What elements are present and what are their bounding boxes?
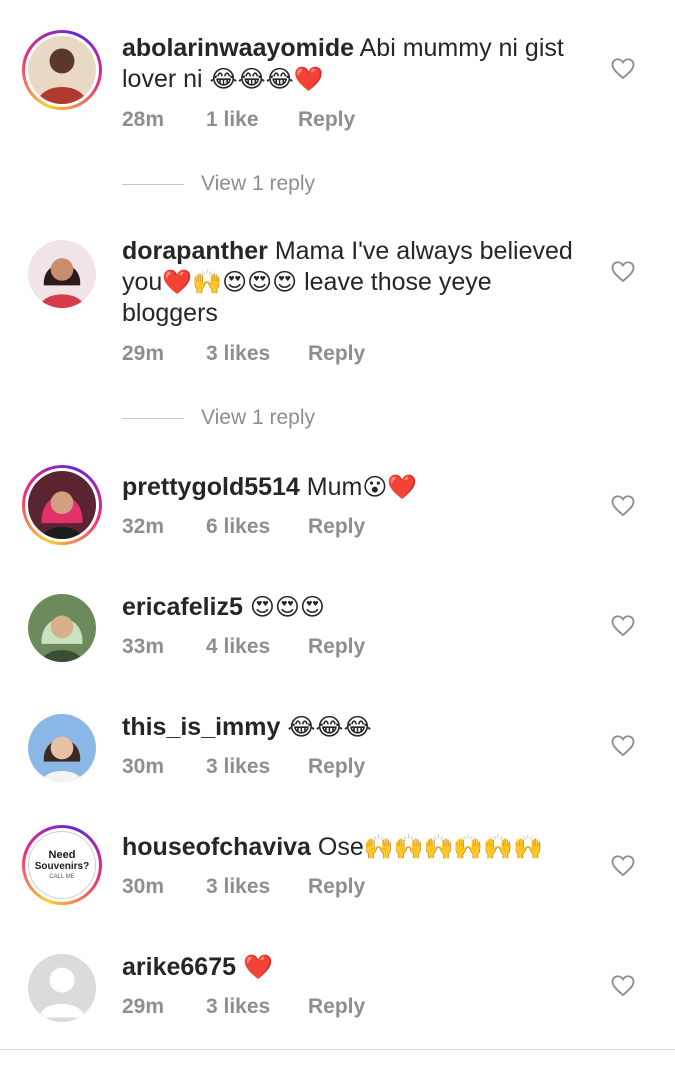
comment-text: prettygold5514 Mum😮❤️ (122, 472, 592, 503)
comment-time: 32m (122, 515, 165, 538)
comment-likes[interactable]: 6 likes (206, 515, 308, 539)
comment-likes[interactable]: 3 likes (206, 995, 308, 1019)
comment-text: dorapanther Mama I've always believed yo… (122, 236, 592, 329)
bottom-divider (0, 1049, 675, 1050)
comment-username[interactable]: prettygold5514 (122, 473, 300, 501)
avatar[interactable] (28, 240, 96, 308)
comment-meta: 33m 4 likes Reply (122, 635, 365, 659)
like-heart-icon[interactable] (609, 851, 637, 879)
comment-meta: 30m 3 likes Reply (122, 755, 365, 779)
avatar[interactable] (28, 714, 96, 782)
comment-likes[interactable]: 4 likes (206, 635, 308, 659)
view-replies-divider (122, 417, 184, 419)
comment-time: 33m (122, 635, 165, 658)
view-replies-divider (122, 183, 184, 185)
comment-likes[interactable]: 3 likes (206, 755, 308, 779)
like-heart-icon[interactable] (609, 54, 637, 82)
view-replies-button[interactable]: View 1 reply (122, 172, 315, 196)
comment-username[interactable]: abolarinwaayomide (122, 34, 354, 62)
reply-button[interactable]: Reply (308, 995, 365, 1019)
comment-message: Mum (306, 473, 363, 501)
avatar-text-line: CALL ME (49, 873, 75, 880)
reply-button[interactable]: Reply (308, 635, 365, 659)
comment-likes[interactable]: 1 like (206, 108, 298, 132)
avatar[interactable] (28, 954, 96, 1022)
avatar[interactable] (22, 465, 102, 545)
comment-meta: 32m 6 likes Reply (122, 515, 365, 539)
reply-button[interactable]: Reply (308, 875, 365, 899)
reply-button[interactable]: Reply (308, 342, 365, 366)
comment-meta: 28m 1 like Reply (122, 108, 355, 132)
comment-emoji: 😂😂😂 (287, 713, 372, 741)
reply-button[interactable]: Reply (298, 108, 355, 132)
avatar[interactable]: Need Souvenirs? CALL ME (22, 825, 102, 905)
comment-emoji: 🙌🙌🙌🙌🙌🙌 (363, 833, 544, 861)
comment-username[interactable]: this_is_immy (122, 713, 280, 741)
comment-username[interactable]: arike6675 (122, 953, 236, 981)
view-replies-label: View 1 reply (201, 406, 316, 429)
comment-text: arike6675 ❤️ (122, 952, 592, 983)
avatar-text-line: Souvenirs? (34, 860, 90, 872)
like-heart-icon[interactable] (609, 257, 637, 285)
comment-message: Ose (317, 833, 364, 861)
like-heart-icon[interactable] (609, 491, 637, 519)
comment-meta: 29m 3 likes Reply (122, 342, 365, 366)
view-replies-label: View 1 reply (201, 172, 316, 195)
comment-emoji: 😍😍😍 (249, 593, 325, 621)
comment-likes[interactable]: 3 likes (206, 875, 308, 899)
comment-meta: 30m 3 likes Reply (122, 875, 365, 899)
reply-button[interactable]: Reply (308, 515, 365, 539)
comment-emoji: 😂😂😂❤️ (209, 65, 324, 93)
comment-time: 29m (122, 342, 165, 365)
comment-meta: 29m 3 likes Reply (122, 995, 365, 1019)
like-heart-icon[interactable] (609, 611, 637, 639)
comment-text: ericafeliz5 😍😍😍 (122, 592, 592, 623)
comment-likes[interactable]: 3 likes (206, 342, 308, 366)
comment-time: 29m (122, 995, 165, 1018)
comment-text: houseofchaviva Ose🙌🙌🙌🙌🙌🙌 (122, 832, 592, 863)
view-replies-button[interactable]: View 1 reply (122, 406, 315, 430)
comment-text: abolarinwaayomide Abi mummy ni gist love… (122, 33, 592, 95)
comment-emoji: 😮❤️ (362, 473, 418, 501)
comment-text: this_is_immy 😂😂😂 (122, 712, 592, 743)
avatar[interactable] (28, 594, 96, 662)
comment-username[interactable]: dorapanther (122, 237, 268, 265)
avatar-text-line: Need (48, 848, 76, 861)
like-heart-icon[interactable] (609, 971, 637, 999)
avatar[interactable] (22, 30, 102, 110)
comment-time: 30m (122, 875, 165, 898)
like-heart-icon[interactable] (609, 731, 637, 759)
comment-username[interactable]: houseofchaviva (122, 833, 311, 861)
comment-time: 28m (122, 108, 165, 131)
comment-username[interactable]: ericafeliz5 (122, 593, 243, 621)
reply-button[interactable]: Reply (308, 755, 365, 779)
comment-emoji: ❤️🙌😍😍😍 (162, 268, 298, 296)
comment-time: 30m (122, 755, 165, 778)
comment-emoji: ❤️ (242, 953, 273, 981)
